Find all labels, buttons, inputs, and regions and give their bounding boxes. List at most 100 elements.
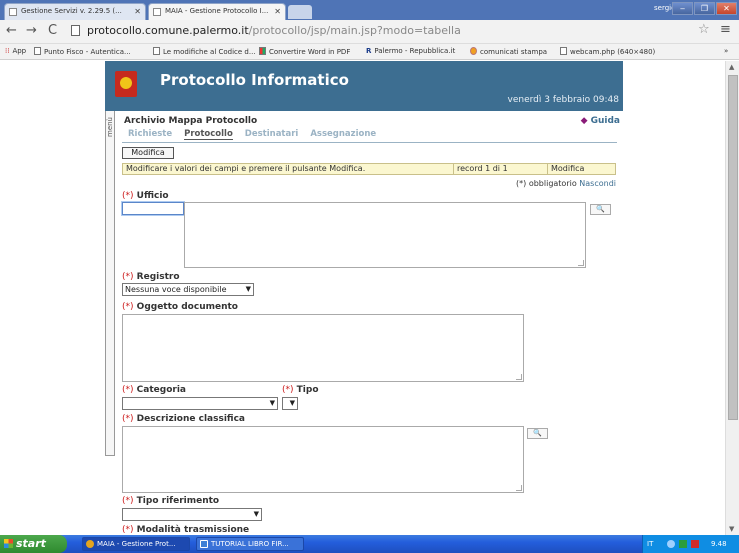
tab-destinatari[interactable]: Destinatari — [245, 129, 299, 139]
side-menu-label: menù — [106, 117, 114, 137]
bookmark-codice[interactable]: Le modifiche al Codice d... — [153, 47, 256, 56]
forward-icon[interactable]: → — [26, 23, 37, 38]
page-icon — [34, 47, 41, 55]
registro-select[interactable]: Nessuna voce disponibile ▼ — [122, 283, 254, 296]
system-tray: IT 9.48 — [642, 535, 739, 553]
scroll-up-icon[interactable]: ▲ — [729, 63, 734, 71]
bookmark-label: Le modifiche al Codice d... — [163, 48, 256, 56]
tab-assegnazione[interactable]: Assegnazione — [310, 129, 376, 139]
bookmark-repubblica[interactable]: R Palermo - Repubblica.it — [366, 47, 455, 55]
tab-maia-protocollo[interactable]: MAIA - Gestione Protocollo I... ✕ — [148, 3, 286, 20]
dropdown-arrow-icon: ▼ — [269, 399, 275, 407]
chrome-icon — [86, 540, 94, 548]
page-icon — [9, 8, 17, 16]
new-tab-button[interactable] — [288, 5, 312, 19]
categoria-label-text: Categoria — [136, 385, 186, 395]
bookmark-apps[interactable]: ⁞⁞ App — [5, 47, 26, 55]
resize-handle-icon[interactable] — [578, 260, 584, 266]
tab-title: MAIA - Gestione Protocollo I... — [165, 7, 269, 15]
back-icon[interactable]: ← — [6, 23, 17, 38]
tab-richieste[interactable]: Richieste — [128, 129, 172, 139]
bookmark-label: Convertire Word in PDF — [269, 48, 351, 56]
section-title: Archivio Mappa Protocollo — [124, 116, 258, 126]
ufficio-description-textarea[interactable] — [184, 202, 586, 268]
taskbar-item-maia[interactable]: MAIA - Gestione Prot... — [82, 537, 190, 551]
hide-link[interactable]: Nascondi — [579, 179, 616, 188]
antivirus-icon[interactable] — [691, 540, 699, 548]
minimize-button[interactable]: ‒ — [672, 2, 693, 15]
page-icon — [71, 25, 80, 36]
dropdown-arrow-icon: ▼ — [253, 510, 259, 518]
address-toolbar: ← → C protocollo.comune.palermo.it/proto… — [0, 20, 739, 44]
info-message: Modificare i valori dei campi e premere … — [126, 164, 366, 173]
bookmark-label: comunicati stampa — [480, 48, 548, 56]
search-icon: 🔍 — [596, 205, 605, 213]
close-window-button[interactable]: ✕ — [716, 2, 737, 15]
start-button[interactable]: start — [0, 535, 67, 553]
ufficio-label-text: Ufficio — [136, 191, 169, 201]
language-indicator[interactable]: IT — [647, 535, 653, 553]
vertical-scrollbar[interactable]: ▲ ▼ — [725, 61, 739, 535]
tab-title: Gestione Servizi v. 2.29.5 (... — [21, 7, 122, 15]
scrollbar-thumb[interactable] — [728, 75, 738, 420]
scroll-down-icon[interactable]: ▼ — [729, 525, 734, 533]
ufficio-code-input[interactable] — [122, 202, 184, 215]
clock[interactable]: 9.48 — [711, 535, 727, 553]
required-mark: (*) — [122, 272, 134, 282]
close-tab-icon[interactable]: ✕ — [134, 4, 141, 19]
modify-button[interactable]: Modifica — [122, 147, 174, 159]
resize-handle-icon[interactable] — [516, 374, 522, 380]
modalita-label: (*) Modalità trasmissione — [122, 525, 249, 535]
record-counter: record 1 di 1 — [453, 164, 508, 174]
required-mark: (*) — [122, 191, 134, 201]
categoria-select[interactable]: ▼ — [122, 397, 278, 410]
divider — [122, 142, 617, 143]
converter-icon — [259, 47, 266, 55]
tab-protocollo[interactable]: Protocollo — [184, 129, 233, 140]
descrizione-textarea[interactable] — [122, 426, 524, 493]
bookmark-word-pdf[interactable]: Convertire Word in PDF — [259, 47, 350, 56]
required-note-text: (*) obbligatorio — [516, 179, 577, 188]
bookmark-comunicati[interactable]: comunicati stampa — [470, 47, 547, 56]
help-link[interactable]: ◆ Guida — [581, 116, 620, 126]
page-icon — [560, 47, 567, 55]
required-note: (*) obbligatorio Nascondi — [516, 179, 616, 188]
maximize-button[interactable]: ❐ — [694, 2, 715, 15]
taskbar-item-tutorial[interactable]: TUTORIAL LIBRO FIR... — [196, 537, 304, 551]
help-label: Guida — [590, 116, 620, 126]
bookmarks-more[interactable]: » — [724, 47, 728, 55]
bookmark-star-icon[interactable]: ☆ — [698, 22, 710, 37]
app-header: Protocollo Informatico venerdì 3 febbrai… — [105, 61, 623, 111]
comunicati-icon — [470, 47, 477, 55]
mode-indicator: Modifica — [547, 164, 584, 174]
url-field[interactable]: protocollo.comune.palermo.it/protocollo/… — [69, 22, 689, 40]
bookmark-punto-fisco[interactable]: Punto Fisco - Autentica... — [34, 47, 131, 56]
tab-gestione-servizi[interactable]: Gestione Servizi v. 2.29.5 (... ✕ — [4, 3, 146, 20]
browser-tab-strip: Gestione Servizi v. 2.29.5 (... ✕ MAIA -… — [0, 0, 739, 20]
tipo-select[interactable]: ▼ — [282, 397, 298, 410]
repubblica-icon: R — [366, 47, 372, 55]
bookmark-webcam[interactable]: webcam.php (640×480) — [560, 47, 655, 56]
menu-icon[interactable]: ≡ — [720, 22, 731, 37]
classifica-lookup-button[interactable]: 🔍 — [527, 428, 548, 439]
reload-icon[interactable]: C — [48, 23, 57, 38]
oggetto-textarea[interactable] — [122, 314, 524, 382]
required-mark: (*) — [122, 385, 134, 395]
bookmark-label: Punto Fisco - Autentica... — [44, 48, 131, 56]
ufficio-lookup-button[interactable]: 🔍 — [590, 204, 611, 215]
registro-value: Nessuna voce disponibile — [125, 285, 227, 294]
oggetto-label: (*) Oggetto documento — [122, 302, 238, 312]
descrizione-label: (*) Descrizione classifica — [122, 414, 245, 424]
network-icon[interactable] — [667, 540, 675, 548]
taskbar: start MAIA - Gestione Prot... TUTORIAL L… — [0, 535, 739, 553]
security-icon[interactable] — [679, 540, 687, 548]
tipo-riferimento-select[interactable]: ▼ — [122, 508, 262, 521]
task-label: TUTORIAL LIBRO FIR... — [211, 540, 289, 548]
close-tab-icon[interactable]: ✕ — [274, 4, 281, 19]
side-menu-toggle[interactable]: menù — [105, 111, 115, 456]
word-icon — [200, 540, 208, 548]
current-date: venerdì 3 febbraio 09:48 — [507, 95, 619, 105]
ufficio-label: (*) Ufficio — [122, 191, 169, 201]
url-path: /protocollo/jsp/main.jsp?modo=tabella — [248, 24, 461, 37]
resize-handle-icon[interactable] — [516, 485, 522, 491]
